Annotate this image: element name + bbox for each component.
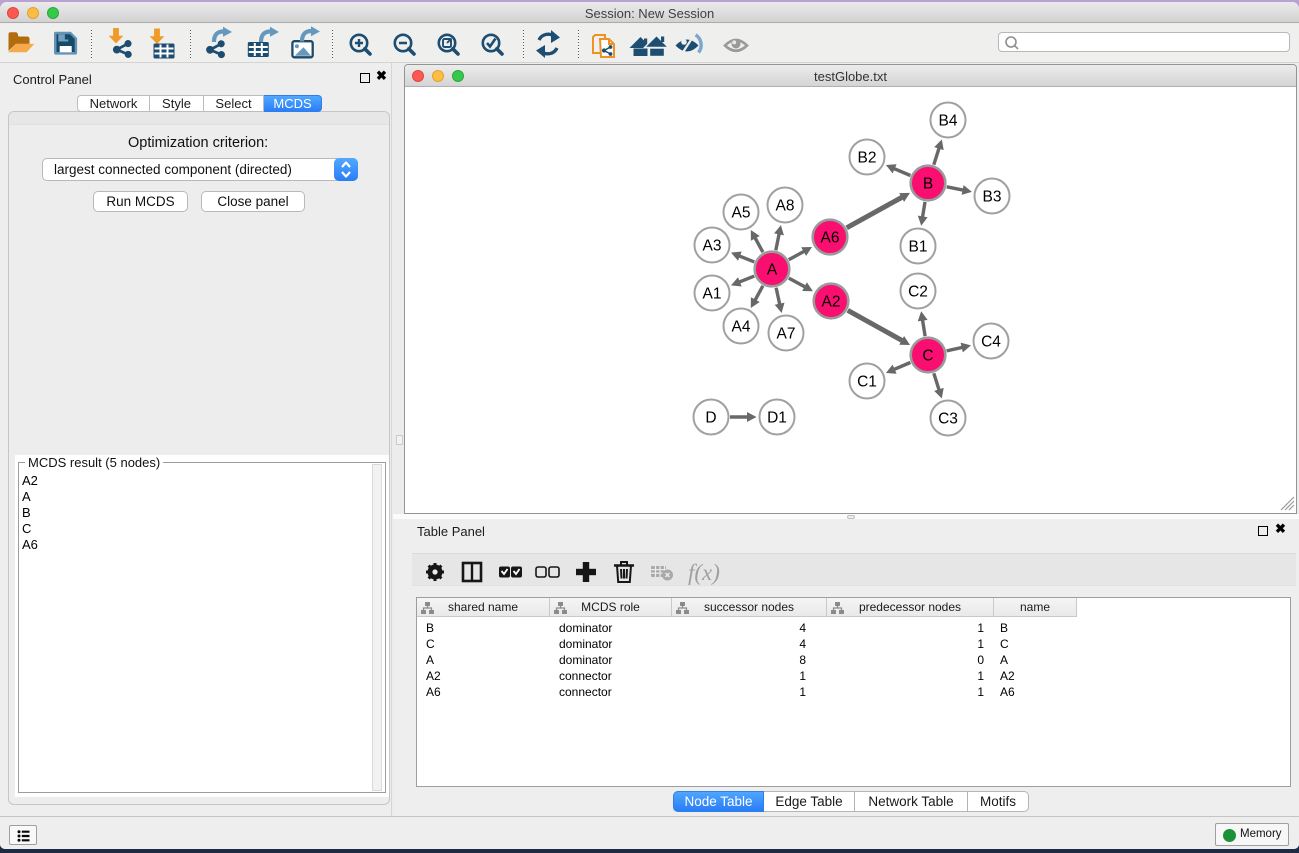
svg-text:A6: A6: [821, 229, 840, 246]
svg-text:B4: B4: [939, 112, 958, 129]
svg-text:C: C: [922, 347, 933, 364]
svg-text:B: B: [923, 175, 933, 192]
svg-text:C3: C3: [938, 410, 958, 427]
svg-text:A5: A5: [732, 204, 751, 221]
svg-text:A3: A3: [703, 237, 722, 254]
svg-text:D1: D1: [767, 409, 787, 426]
svg-text:f(x): f(x): [688, 560, 720, 585]
svg-text:C2: C2: [908, 283, 928, 300]
svg-text:B3: B3: [983, 188, 1002, 205]
svg-text:A: A: [767, 261, 778, 278]
svg-text:C4: C4: [981, 333, 1001, 350]
svg-text:A4: A4: [732, 318, 751, 335]
svg-text:A1: A1: [703, 285, 722, 302]
svg-text:D: D: [705, 409, 716, 426]
svg-text:A2: A2: [822, 293, 841, 310]
svg-text:C1: C1: [857, 373, 877, 390]
svg-text:A7: A7: [777, 325, 796, 342]
svg-text:A8: A8: [776, 197, 795, 214]
svg-text:B2: B2: [858, 149, 877, 166]
svg-text:B1: B1: [909, 238, 928, 255]
